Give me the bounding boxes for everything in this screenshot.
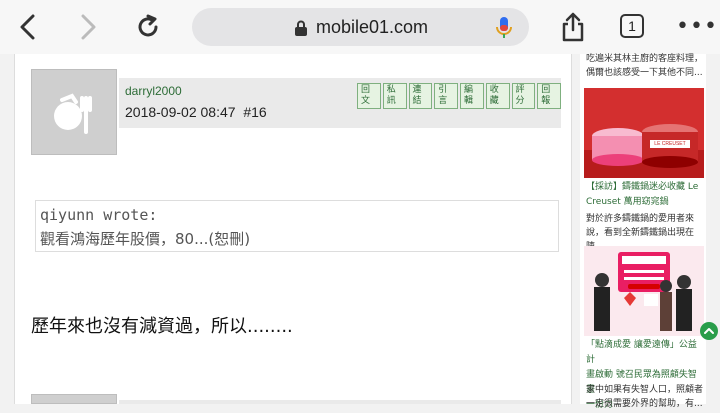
browser-toolbar: mobile01.com 1 ••• xyxy=(0,0,720,54)
chevron-right-icon xyxy=(81,14,96,40)
edit-button[interactable]: 編輯 xyxy=(460,83,484,109)
message-button[interactable]: 私訊 xyxy=(382,83,407,109)
quote-text: 觀看鴻海歷年股價，80...(恕刪) xyxy=(40,230,251,248)
article-image-event[interactable] xyxy=(584,246,704,336)
sidebar: 吃遍米其林主廚的客座料理， 偶爾也該感受一下其他不同... LE CREUSET… xyxy=(580,52,706,410)
next-post-header xyxy=(119,400,561,404)
back-button[interactable] xyxy=(10,8,46,46)
post-timestamp: 2018-09-02 08:47 #16 xyxy=(125,104,267,120)
more-menu-icon[interactable]: ••• xyxy=(676,14,718,39)
article-image-le-creuset[interactable]: LE CREUSET xyxy=(584,88,704,178)
page-content: darryl2000 2018-09-02 08:47 #16 回文 私訊 連結… xyxy=(0,52,720,410)
post-header: darryl2000 2018-09-02 08:47 #16 回文 私訊 連結… xyxy=(119,78,561,128)
quote-block: qiyunn wrote: 觀看鴻海歷年股價，80...(恕刪) xyxy=(35,200,559,252)
cookware-image xyxy=(584,88,704,178)
share-icon xyxy=(562,12,584,42)
event-photo-image xyxy=(584,246,704,336)
scroll-to-top-button[interactable] xyxy=(700,322,718,340)
rate-button[interactable]: 評分 xyxy=(511,83,536,109)
chevron-left-icon xyxy=(20,14,35,40)
share-button[interactable] xyxy=(555,8,591,46)
url-text: mobile01.com xyxy=(316,17,429,37)
quote-button[interactable]: 引言 xyxy=(434,83,458,109)
le-creuset-logo-text: LE CREUSET xyxy=(654,141,686,147)
link-button[interactable]: 連結 xyxy=(408,83,433,109)
sidebar-article-desc-2: 家中如果有失智人口，照顧者 一定很需要外界的幫助，有... xyxy=(586,385,704,409)
sidebar-article-title-1[interactable]: 【採訪】鑄鐵鍋迷必收藏 Le Creuset 萬用窈窕鍋 xyxy=(586,180,704,210)
post-actions: 回文 私訊 連結 引言 編輯 收藏 評分 回報 xyxy=(357,83,561,109)
default-avatar-icon xyxy=(54,93,92,134)
avatar[interactable] xyxy=(31,69,117,155)
post-body: 歷年來也沒有減資過，所以........ xyxy=(31,316,293,337)
reload-button[interactable] xyxy=(130,8,166,46)
thread-main: darryl2000 2018-09-02 08:47 #16 回文 私訊 連結… xyxy=(14,54,572,404)
address-bar[interactable]: mobile01.com xyxy=(192,8,529,46)
lock-icon xyxy=(295,20,307,36)
post-username[interactable]: darryl2000 xyxy=(125,84,182,98)
forward-button[interactable] xyxy=(70,8,106,46)
reload-icon xyxy=(138,14,158,37)
quote-author: qiyunn wrote: xyxy=(40,206,158,224)
sidebar-snippet[interactable]: 吃遍米其林主廚的客座料理， 偶爾也該感受一下其他不同... xyxy=(586,52,704,80)
reply-button[interactable]: 回文 xyxy=(357,83,381,109)
chevron-up-icon xyxy=(704,328,714,334)
next-post-avatar xyxy=(31,394,117,404)
microphone-icon[interactable] xyxy=(496,16,512,40)
report-button[interactable]: 回報 xyxy=(537,83,561,109)
favorite-button[interactable]: 收藏 xyxy=(485,83,510,109)
tabs-button[interactable]: 1 xyxy=(620,14,644,38)
